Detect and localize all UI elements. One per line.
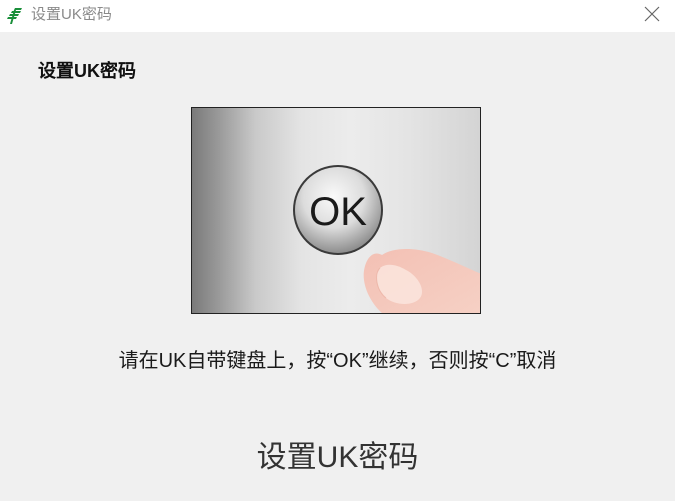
set-password-button[interactable]: 设置UK密码 (0, 432, 675, 476)
title-bar: 设置UK密码 (0, 0, 675, 32)
bank-logo-icon (6, 7, 24, 25)
close-icon (644, 6, 660, 27)
keypad-illustration: OK (191, 107, 481, 314)
close-button[interactable] (629, 0, 675, 32)
ok-key-label: OK (309, 190, 367, 234)
instruction-text: 请在UK自带键盘上，按“OK”继续，否则按“C”取消 (118, 350, 557, 372)
finger-icon (363, 249, 480, 313)
window-title: 设置UK密码 (31, 6, 112, 23)
section-heading: 设置UK密码 (38, 61, 136, 81)
ok-key: OK (293, 165, 383, 255)
